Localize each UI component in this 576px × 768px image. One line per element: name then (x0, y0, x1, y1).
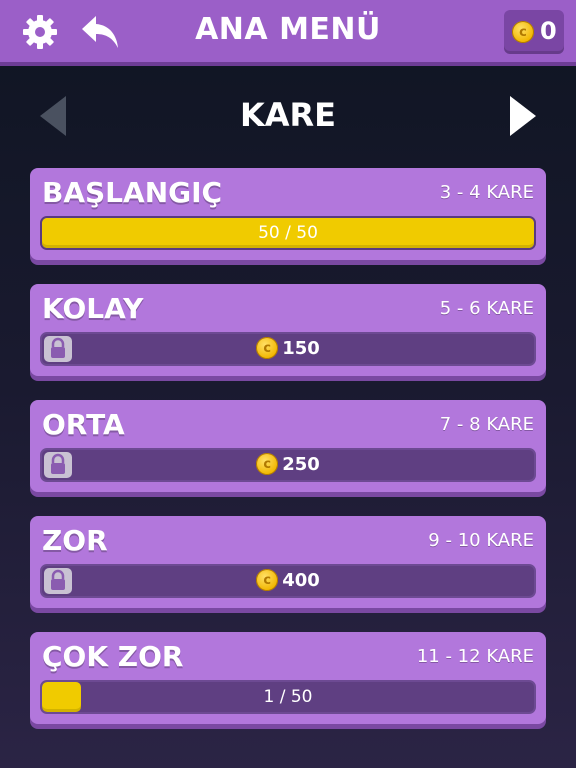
level-range: 11 - 12 KARE (416, 646, 534, 667)
unlock-price: c 150 (42, 337, 534, 359)
progress-bar: 1 / 50 (40, 680, 536, 714)
unlock-price: c 250 (42, 453, 534, 475)
coin-icon: c (256, 453, 279, 475)
progress-text: 1 / 50 (263, 687, 313, 707)
level-name: ÇOK ZOR (42, 640, 184, 673)
level-name: KOLAY (42, 292, 144, 325)
unlock-bar[interactable]: c 150 (40, 332, 536, 366)
next-category-button[interactable] (506, 94, 540, 138)
progress-text: 50 / 50 (258, 223, 318, 243)
unlock-bar[interactable]: c 400 (40, 564, 536, 598)
level-card-easy[interactable]: KOLAY 5 - 6 KARE c 150 (30, 284, 546, 376)
level-range: 5 - 6 KARE (439, 298, 534, 319)
unlock-price: c 400 (42, 569, 534, 591)
coin-icon: c (512, 21, 534, 43)
level-range: 9 - 10 KARE (428, 530, 534, 551)
unlock-bar[interactable]: c 250 (40, 448, 536, 482)
progress-bar: 50 / 50 (40, 216, 536, 250)
coin-counter[interactable]: c 0 (504, 10, 564, 54)
level-name: ORTA (42, 408, 125, 441)
level-range: 7 - 8 KARE (439, 414, 534, 435)
top-bar: ANA MENÜ c 0 (0, 0, 576, 66)
level-card-hard[interactable]: ZOR 9 - 10 KARE c 400 (30, 516, 546, 608)
level-card-very-hard[interactable]: ÇOK ZOR 11 - 12 KARE 1 / 50 (30, 632, 546, 724)
level-name: BAŞLANGIÇ (42, 176, 223, 209)
arrow-right-icon (510, 96, 536, 136)
page-title: ANA MENÜ (195, 12, 381, 47)
coin-icon: c (256, 337, 279, 359)
level-name: ZOR (42, 524, 108, 557)
price-value: 400 (282, 569, 320, 591)
category-selector: KARE (0, 88, 576, 144)
level-card-beginner[interactable]: BAŞLANGIÇ 3 - 4 KARE 50 / 50 (30, 168, 546, 260)
coin-icon: c (256, 569, 279, 591)
level-range: 3 - 4 KARE (439, 182, 534, 203)
price-value: 250 (282, 453, 320, 475)
level-card-medium[interactable]: ORTA 7 - 8 KARE c 250 (30, 400, 546, 492)
price-value: 150 (282, 337, 320, 359)
category-label: KARE (239, 96, 337, 134)
coin-count: 0 (540, 17, 557, 45)
